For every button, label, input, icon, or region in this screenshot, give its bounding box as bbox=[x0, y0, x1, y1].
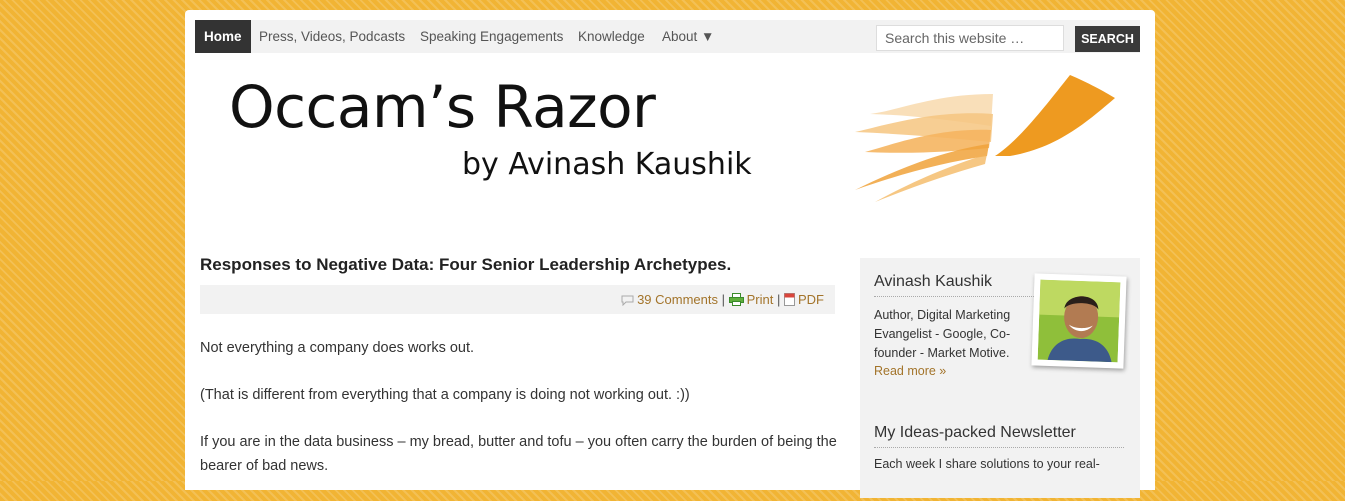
nav-item-press[interactable]: Press, Videos, Podcasts bbox=[259, 20, 405, 53]
read-more-link[interactable]: Read more » bbox=[874, 364, 946, 378]
post-paragraph: (That is different from everything that … bbox=[200, 387, 690, 403]
newsletter-description: Each week I share solutions to your real… bbox=[874, 457, 1100, 471]
post-meta-bar: 39 Comments | Print | PDF bbox=[200, 285, 835, 314]
sidebar: Avinash Kaushik Author, Digital Marketin… bbox=[860, 258, 1140, 498]
print-link[interactable]: Print bbox=[747, 292, 774, 307]
search-button[interactable]: SEARCH bbox=[1075, 26, 1140, 52]
print-icon bbox=[728, 293, 744, 306]
nav-item-speaking[interactable]: Speaking Engagements bbox=[420, 20, 563, 53]
pdf-link[interactable]: PDF bbox=[798, 292, 824, 307]
author-widget-title: Avinash Kaushik bbox=[874, 273, 992, 290]
logo-swoosh-graphic bbox=[855, 75, 1115, 202]
post-title[interactable]: Responses to Negative Data: Four Senior … bbox=[200, 255, 731, 275]
post-paragraph: If you are in the data business – my bre… bbox=[200, 434, 837, 474]
divider bbox=[874, 447, 1124, 448]
site-subtitle: by Avinash Kaushik bbox=[462, 147, 752, 182]
post-meta: 39 Comments | Print | PDF bbox=[621, 285, 824, 314]
post-body: Not everything a company does works out.… bbox=[200, 336, 840, 501]
newsletter-widget-title: My Ideas-packed Newsletter bbox=[874, 424, 1076, 441]
post-paragraph: Not everything a company does works out. bbox=[200, 340, 475, 356]
avatar[interactable] bbox=[1031, 273, 1127, 369]
meta-separator: | bbox=[721, 292, 725, 307]
comments-link[interactable]: 39 Comments bbox=[637, 292, 718, 307]
site-title[interactable]: Occam’s Razor bbox=[229, 78, 656, 136]
nav-item-about[interactable]: About ▼ bbox=[662, 20, 714, 53]
meta-separator: | bbox=[776, 292, 781, 307]
comment-icon bbox=[621, 295, 634, 306]
pdf-icon bbox=[784, 293, 795, 306]
nav-item-home[interactable]: Home bbox=[195, 20, 251, 53]
page-container: Home Press, Videos, Podcasts Speaking En… bbox=[185, 10, 1155, 498]
author-photo-icon bbox=[1037, 279, 1121, 363]
nav-item-knowledge[interactable]: Knowledge bbox=[578, 20, 645, 53]
search-input[interactable] bbox=[876, 25, 1064, 51]
author-bio: Author, Digital Marketing Evangelist - G… bbox=[874, 308, 1011, 360]
